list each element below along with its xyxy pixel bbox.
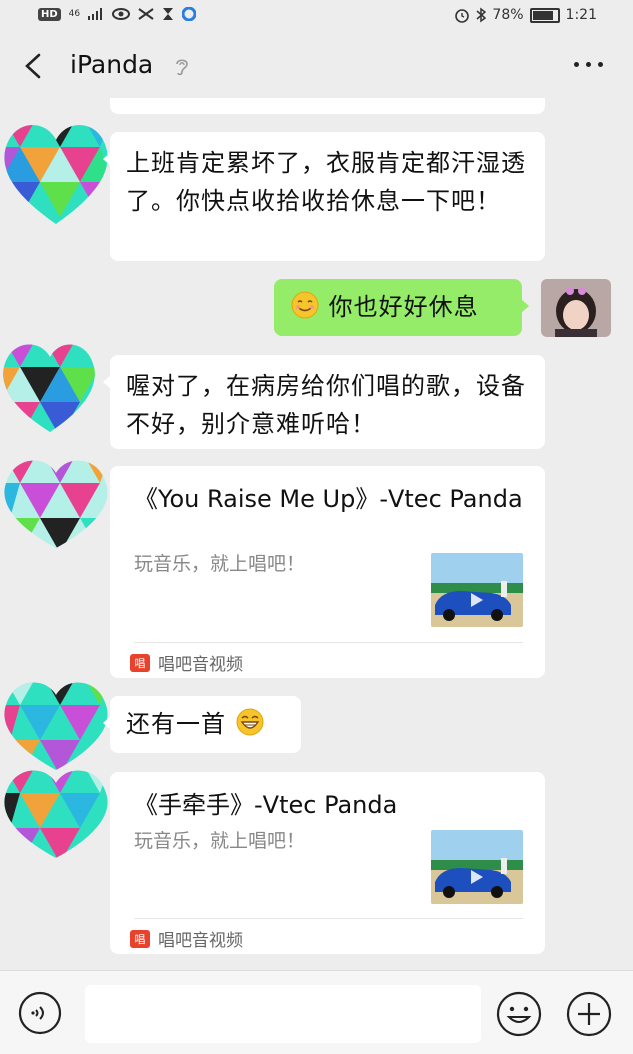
card-source: 唱 唱吧音视频 — [130, 650, 243, 675]
chat-area[interactable]: 上班肯定累坏了，衣服肯定都汗湿透了。你快点收拾收拾休息一下吧！ 你也好好休息 喔… — [0, 98, 633, 970]
changba-app-icon: 唱 — [130, 653, 150, 672]
card-description: 玩音乐，就上唱吧！ — [134, 830, 306, 852]
grin-emoji — [236, 708, 264, 736]
previous-message-bubble — [110, 98, 545, 114]
network-label: 46 — [68, 9, 81, 19]
music-share-card[interactable]: 《You Raise Me Up》-Vtec Panda 玩音乐，就上唱吧！ 唱… — [110, 466, 545, 678]
message-text: 喔对了，在病房给你们唱的歌，设备不好，别介意难听哈！ — [126, 372, 526, 438]
contact-avatar[interactable] — [0, 112, 112, 228]
bluetooth-icon — [476, 7, 487, 23]
message-text: 你也好好休息 — [328, 293, 479, 321]
alarm-icon — [455, 9, 470, 23]
music-share-card[interactable]: 《手牵手》-Vtec Panda 玩音乐，就上唱吧！ 唱 唱吧音视频 — [110, 772, 545, 954]
chat-header: iPanda — [0, 34, 633, 98]
card-source: 唱 唱吧音视频 — [130, 926, 243, 951]
voice-icon[interactable] — [18, 991, 62, 1035]
battery-icon — [529, 7, 560, 23]
more-dots-icon[interactable] — [574, 62, 603, 67]
message-bubble[interactable]: 还有一首 — [103, 696, 301, 753]
battery-fill — [532, 10, 553, 20]
contact-avatar[interactable] — [0, 448, 112, 564]
ear-icon — [176, 59, 188, 76]
card-divider — [134, 918, 523, 919]
card-description: 玩音乐，就上唱吧！ — [134, 553, 306, 575]
vpn-icon — [138, 8, 154, 20]
card-source-label: 唱吧音视频 — [158, 931, 243, 951]
smile-emoji — [291, 291, 319, 319]
page-title: iPanda — [70, 50, 154, 79]
status-bar: HD 46 78% 1:21 — [0, 0, 633, 34]
emoji-icon[interactable] — [496, 991, 542, 1037]
message-text: 还有一首 — [126, 710, 226, 738]
message-text: 上班肯定累坏了，衣服肯定都汗湿透了。你快点收拾收拾休息一下吧！ — [126, 149, 526, 215]
chevron-left-icon[interactable] — [22, 52, 46, 80]
message-bubble[interactable]: 喔对了，在病房给你们唱的歌，设备不好，别介意难听哈！ — [103, 355, 545, 449]
input-bar — [0, 970, 633, 1054]
card-title: 《手牵手》-Vtec Panda — [134, 791, 398, 819]
hd-badge: HD — [38, 7, 61, 21]
plus-icon[interactable] — [566, 991, 612, 1037]
clock: 1:21 — [565, 7, 597, 23]
message-input[interactable] — [85, 985, 481, 1043]
card-source-label: 唱吧音视频 — [158, 655, 243, 675]
battery-percent: 78% — [492, 7, 524, 23]
contact-avatar[interactable] — [0, 332, 112, 448]
video-thumbnail — [431, 830, 523, 904]
contact-avatar[interactable] — [0, 758, 112, 874]
signal-icon — [88, 8, 103, 20]
self-avatar[interactable] — [541, 279, 611, 337]
hourglass-icon — [163, 8, 174, 20]
app-notification-icon — [182, 7, 197, 21]
eye-icon — [112, 8, 131, 20]
card-divider — [134, 642, 523, 643]
message-bubble[interactable]: 上班肯定累坏了，衣服肯定都汗湿透了。你快点收拾收拾休息一下吧！ — [103, 132, 545, 261]
video-thumbnail — [431, 553, 523, 627]
self-message-bubble[interactable]: 你也好好休息 — [274, 279, 529, 336]
card-title: 《You Raise Me Up》-Vtec Panda — [134, 485, 523, 513]
changba-app-icon: 唱 — [130, 929, 150, 948]
